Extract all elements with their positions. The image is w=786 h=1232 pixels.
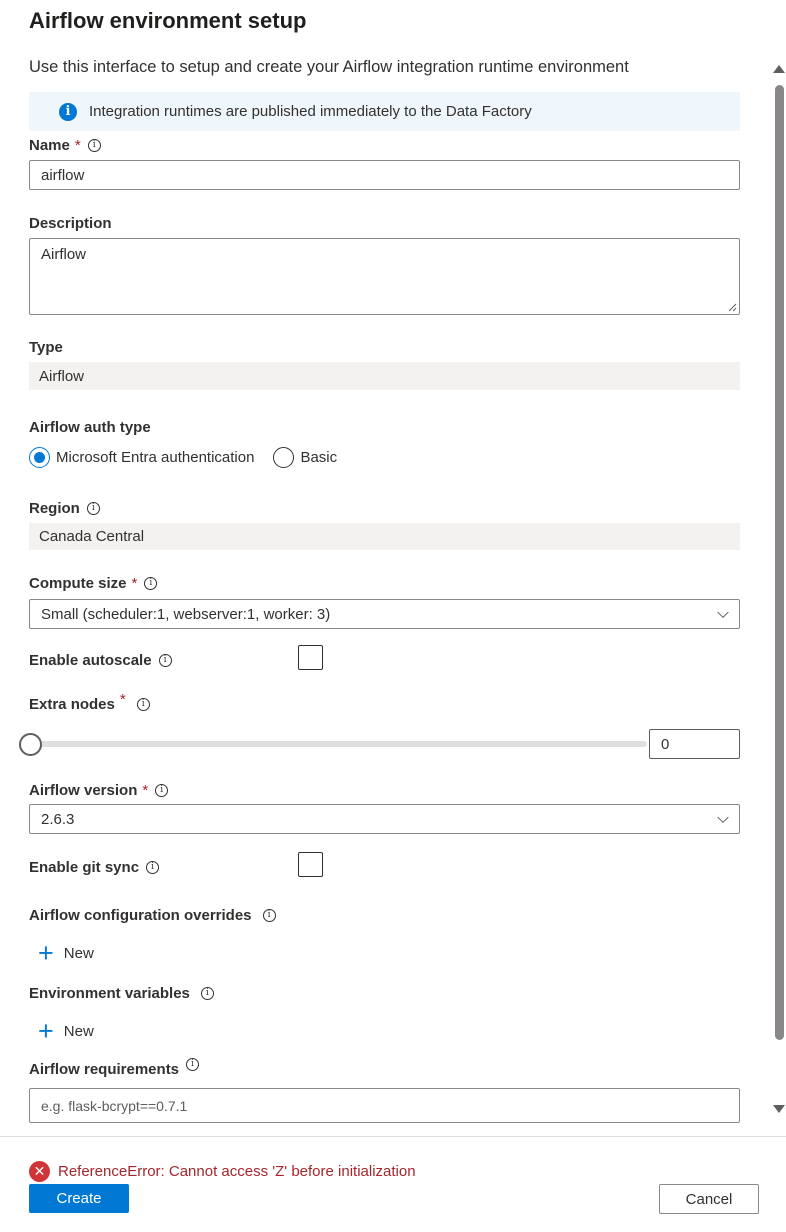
info-tooltip-icon[interactable]: i: [155, 784, 169, 797]
extra-nodes-slider-track[interactable]: [30, 741, 647, 747]
required-marker: *: [74, 137, 81, 154]
region-label: Region i: [29, 500, 100, 517]
requirements-label: Airflow requirements i: [29, 1058, 200, 1078]
auth-type-radio-group: Microsoft Entra authentication Basic: [29, 447, 337, 468]
info-tooltip-icon[interactable]: i: [146, 861, 160, 874]
chevron-down-icon: [717, 606, 729, 619]
compute-size-select[interactable]: Small (scheduler:1, webserver:1, worker:…: [29, 599, 740, 629]
requirements-placeholder: e.g. flask-bcrypt==0.7.1: [41, 1097, 188, 1114]
required-marker: *: [142, 782, 149, 799]
info-tooltip-icon[interactable]: i: [144, 577, 158, 590]
compute-size-value: Small (scheduler:1, webserver:1, worker:…: [41, 605, 331, 623]
config-overrides-label: Airflow configuration overrides i: [29, 907, 276, 924]
page-subtitle: Use this interface to setup and create y…: [29, 58, 629, 76]
extra-nodes-label: Extra nodes * i: [29, 691, 150, 713]
info-tooltip-icon[interactable]: i: [136, 698, 150, 711]
autoscale-label: Enable autoscale i: [29, 652, 172, 669]
info-tooltip-icon[interactable]: i: [262, 909, 276, 922]
chevron-down-icon: [717, 811, 729, 824]
git-sync-checkbox[interactable]: [298, 852, 323, 877]
description-textarea[interactable]: Airflow: [29, 238, 740, 315]
name-label: Name * i: [29, 137, 101, 154]
radio-basic[interactable]: [273, 447, 295, 468]
airflow-version-select[interactable]: 2.6.3: [29, 804, 740, 834]
extra-nodes-value-input[interactable]: 0: [649, 729, 740, 759]
scroll-down-arrow-icon[interactable]: [773, 1105, 785, 1113]
info-tooltip-icon[interactable]: i: [86, 502, 100, 515]
env-vars-label: Environment variables i: [29, 985, 214, 1002]
plus-icon: +: [38, 938, 54, 968]
footer-divider: [0, 1136, 786, 1137]
env-vars-new-button[interactable]: + New: [38, 1018, 94, 1045]
error-message: ✕ ReferenceError: Cannot access 'Z' befo…: [29, 1161, 416, 1182]
airflow-version-label: Airflow version * i: [29, 782, 169, 799]
scroll-up-arrow-icon[interactable]: [773, 65, 785, 73]
git-sync-label: Enable git sync i: [29, 859, 160, 876]
create-button[interactable]: Create: [29, 1184, 129, 1213]
info-tooltip-icon[interactable]: i: [87, 139, 101, 152]
auth-type-label: Airflow auth type: [29, 419, 151, 436]
type-label: Type: [29, 339, 63, 356]
error-text: ReferenceError: Cannot access 'Z' before…: [58, 1163, 416, 1180]
required-marker: *: [119, 691, 126, 708]
type-value: Airflow: [29, 362, 740, 390]
info-tooltip-icon[interactable]: i: [158, 654, 172, 667]
cancel-button[interactable]: Cancel: [659, 1184, 759, 1214]
info-banner: i Integration runtimes are published imm…: [29, 92, 740, 131]
config-overrides-new-button[interactable]: + New: [38, 940, 94, 967]
resize-handle-icon[interactable]: [728, 303, 737, 312]
extra-nodes-slider-thumb[interactable]: [19, 733, 42, 756]
compute-size-label: Compute size * i: [29, 575, 158, 592]
airflow-version-value: 2.6.3: [41, 810, 75, 828]
required-marker: *: [131, 575, 138, 592]
description-value: Airflow: [41, 246, 87, 263]
region-value: Canada Central: [29, 523, 740, 550]
radio-basic-label[interactable]: Basic: [300, 449, 337, 466]
scrollbar-thumb[interactable]: [775, 85, 784, 1040]
radio-entra[interactable]: [29, 447, 50, 468]
info-tooltip-icon[interactable]: i: [200, 987, 214, 1000]
page-title: Airflow environment setup: [29, 8, 307, 33]
autoscale-checkbox[interactable]: [298, 645, 323, 670]
requirements-input[interactable]: e.g. flask-bcrypt==0.7.1: [29, 1088, 740, 1123]
radio-entra-label[interactable]: Microsoft Entra authentication: [56, 449, 254, 466]
name-input[interactable]: airflow: [29, 160, 740, 190]
description-label: Description: [29, 215, 112, 232]
info-tooltip-icon[interactable]: i: [186, 1058, 200, 1071]
info-banner-text: Integration runtimes are published immed…: [89, 103, 532, 120]
info-icon: i: [59, 102, 77, 121]
plus-icon: +: [38, 1016, 54, 1046]
error-icon: ✕: [29, 1161, 50, 1182]
